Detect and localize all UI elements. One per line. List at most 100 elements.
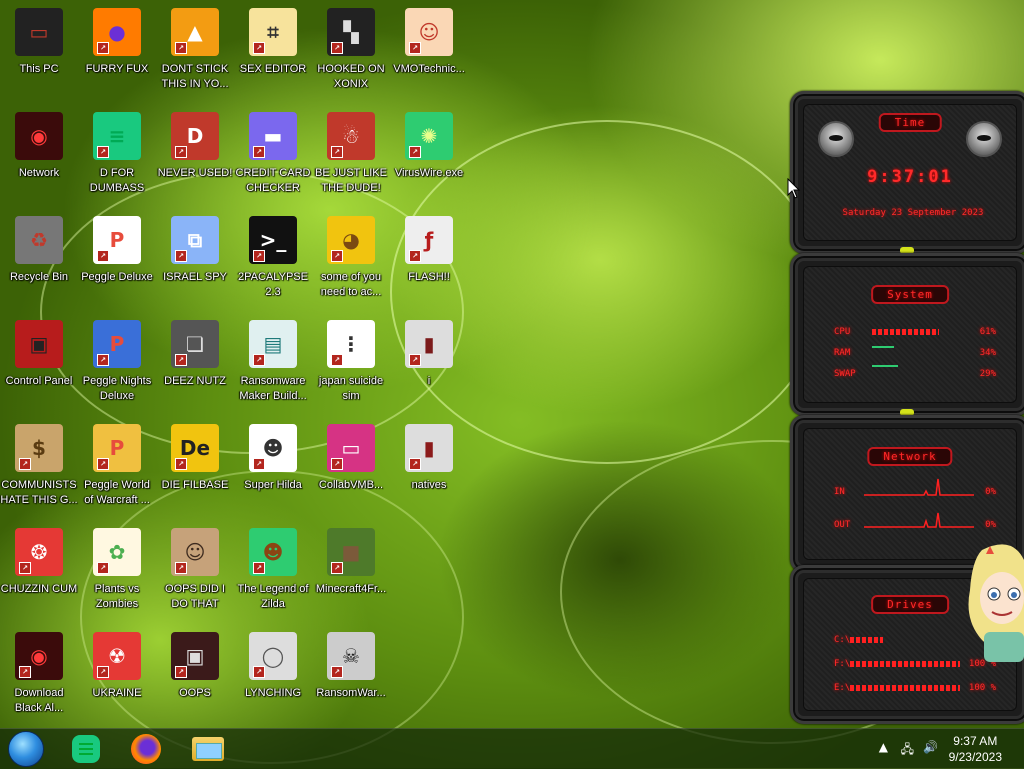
desktop-icon[interactable]: ▣ ↗ OOPS: [156, 632, 234, 701]
taskbar-clock[interactable]: 9:37 AM 9/23/2023: [949, 733, 1002, 765]
drive-c-bar: [850, 637, 883, 643]
desktop-icon[interactable]: ▚ ↗ HOOKED ON XONIX: [312, 8, 390, 92]
radiation-icon: ☢ ↗: [93, 632, 141, 680]
swap-value: 29%: [979, 369, 996, 379]
shortcut-arrow-icon: ↗: [253, 42, 265, 54]
shortcut-arrow-icon: ↗: [409, 354, 421, 366]
desktop-icon-label: Peggle Deluxe: [81, 271, 153, 283]
desktop-icon[interactable]: P ↗ Peggle Deluxe: [78, 216, 156, 285]
plant-icon: ✿ ↗: [93, 528, 141, 576]
desktop-icon[interactable]: ◕ ↗ some of you need to ac...: [312, 216, 390, 300]
desktop-icon[interactable]: D ↗ NEVER USED!: [156, 112, 234, 181]
desktop-icon[interactable]: ☺ ↗ VMOTechnic...: [390, 8, 468, 77]
desktop-icon[interactable]: ⋮ ↗ japan suicide sim: [312, 320, 390, 404]
shortcut-arrow-icon: ↗: [175, 666, 187, 678]
desktop-icon[interactable]: De ↗ DIE FILBASE: [156, 424, 234, 493]
alien-head-icon: [818, 121, 854, 157]
desktop-icon[interactable]: ▭ ↗ CollabVMB...: [312, 424, 390, 493]
network-orb-icon: ◉ ↗: [15, 632, 63, 680]
taskbar-firefox[interactable]: [128, 733, 164, 765]
volume-tray-icon[interactable]: 🔊: [923, 740, 938, 754]
desktop-icon[interactable]: ▮ ↗ natives: [390, 424, 468, 493]
desktop-icon[interactable]: ☠ ↗ RansomWar...: [312, 632, 390, 701]
shortcut-arrow-icon: ↗: [97, 458, 109, 470]
desktop-icon[interactable]: >_ ↗ 2PACALYPSE 2.3: [234, 216, 312, 300]
monitor-icon: ▭: [15, 8, 63, 56]
shortcut-arrow-icon: ↗: [409, 42, 421, 54]
desktop-icon[interactable]: ▲ ↗ DONT STICK THIS IN YO...: [156, 8, 234, 92]
desktop-icon[interactable]: ☃ ↗ BE JUST LIKE THE DUDE!: [312, 112, 390, 196]
taskbar-time: 9:37 AM: [953, 734, 998, 748]
desktop-icon-label: UKRAINE: [92, 687, 142, 699]
desktop-icon[interactable]: ⌗ ↗ SEX EDITOR: [234, 8, 312, 77]
date-readout: Saturday 23 September 2023: [842, 208, 984, 218]
desktop-icon[interactable]: ■ ↗ Minecraft4Fr...: [312, 528, 390, 597]
desktop-icon[interactable]: ❂ ↗ CHUZZIN CUM: [0, 528, 78, 597]
desktop-icon-label: VirusWire.exe: [394, 167, 464, 179]
time-widget[interactable]: Time 9:37:01 Saturday 23 September 2023: [790, 91, 1024, 254]
taskbar-file-explorer[interactable]: [190, 733, 226, 765]
desktop-icon[interactable]: ♻ Recycle Bin: [0, 216, 78, 285]
shortcut-arrow-icon: ↗: [331, 458, 343, 470]
start-button[interactable]: [8, 731, 44, 767]
shortcut-arrow-icon: ↗: [331, 562, 343, 574]
desktop-icon[interactable]: ◉ Network: [0, 112, 78, 181]
desktop-icon[interactable]: ◉ ↗ Download Black Al...: [0, 632, 78, 716]
desktop-icon[interactable]: ▬ ↗ CREDIT CARD CHECKER: [234, 112, 312, 196]
shortcut-arrow-icon: ↗: [253, 458, 265, 470]
taskbar: ▲ 🖧 🔊 9:37 AM 9/23/2023: [0, 728, 1024, 769]
desktop-icon-label: DIE FILBASE: [161, 479, 229, 491]
clock-readout: 9:37:01: [867, 167, 953, 187]
desktop-icon[interactable]: ◯ ↗ LYNCHING: [234, 632, 312, 701]
desktop-icon[interactable]: ✺ ↗ VirusWire.exe: [390, 112, 468, 181]
desktop-icon[interactable]: ƒ ↗ FLASH!!: [390, 216, 468, 285]
desktop-icon-label: Plants vs Zombies: [94, 583, 140, 610]
cartoon-character-mascot[interactable]: [962, 540, 1024, 670]
desktop-icon-label: Download Black Al...: [14, 687, 64, 714]
desktop-icon[interactable]: ● ↗ FURRY FUX: [78, 8, 156, 77]
desktop-icon[interactable]: ▤ ↗ Ransomware Maker Build...: [234, 320, 312, 404]
desktop-icon-label: VMOTechnic...: [393, 63, 465, 75]
desktop-icon[interactable]: ❏ ↗ DEEZ NUTZ: [156, 320, 234, 389]
time-widget-title: Time: [878, 113, 942, 132]
desktop-icon[interactable]: ☢ ↗ UKRAINE: [78, 632, 156, 701]
desktop-icon[interactable]: P ↗ Peggle Nights Deluxe: [78, 320, 156, 404]
desktop-icon[interactable]: $ ↗ COMMUNISTS HATE THIS G...: [0, 424, 78, 508]
taskbar-chat-app[interactable]: [68, 733, 104, 765]
desktop-icon[interactable]: ▣ Control Panel: [0, 320, 78, 389]
desktop-icon[interactable]: ▮ ↗ i: [390, 320, 468, 389]
peggle-icon: P ↗: [93, 216, 141, 264]
desktop-icon[interactable]: ☻ ↗ Super Hilda: [234, 424, 312, 493]
devcpp-icon: D ↗: [171, 112, 219, 160]
file-explorer-icon: [192, 737, 224, 761]
stack-icon: ❏ ↗: [171, 320, 219, 368]
net-in-label: IN: [834, 487, 845, 497]
system-widget[interactable]: System CPU 61% RAM 34% SWAP 29%: [790, 253, 1024, 416]
desktop-icon[interactable]: ☺ ↗ OOPS DID I DO THAT: [156, 528, 234, 612]
net-out-graph: [864, 512, 974, 528]
noose-icon: ◯ ↗: [249, 632, 297, 680]
show-hidden-icons-chevron-icon[interactable]: ▲: [879, 740, 888, 754]
chat-icon: [72, 735, 100, 763]
desktop-icon-label: SEX EDITOR: [239, 63, 307, 75]
shortcut-arrow-icon: ↗: [97, 146, 109, 158]
shortcut-arrow-icon: ↗: [331, 666, 343, 678]
shortcut-arrow-icon: ↗: [331, 146, 343, 158]
hero-icon: ☻ ↗: [249, 528, 297, 576]
desktop-icon-label: This PC: [19, 63, 59, 75]
start-orb-icon: [8, 731, 44, 767]
desktop-icon[interactable]: ≡ ↗ D FOR DUMBASS: [78, 112, 156, 196]
desktop-icon[interactable]: ☻ ↗ The Legend of Zilda: [234, 528, 312, 612]
game-icon: ⋮ ↗: [327, 320, 375, 368]
desktop-icon-label: OOPS DID I DO THAT: [165, 583, 225, 610]
desktop-icon[interactable]: ▭ This PC: [0, 8, 78, 77]
lime-icon: ✺ ↗: [405, 112, 453, 160]
desktop-icon[interactable]: ⧉ ↗ ISRAEL SPY: [156, 216, 234, 285]
network-tray-icon[interactable]: 🖧: [901, 740, 914, 761]
shortcut-arrow-icon: ↗: [97, 42, 109, 54]
desktop-icon[interactable]: P ↗ Peggle World of Warcraft ...: [78, 424, 156, 508]
desktop-icon-label: D FOR DUMBASS: [89, 167, 145, 194]
window-app-icon: ▤ ↗: [249, 320, 297, 368]
desktop-icon-label: FURRY FUX: [85, 63, 149, 75]
desktop-icon[interactable]: ✿ ↗ Plants vs Zombies: [78, 528, 156, 612]
